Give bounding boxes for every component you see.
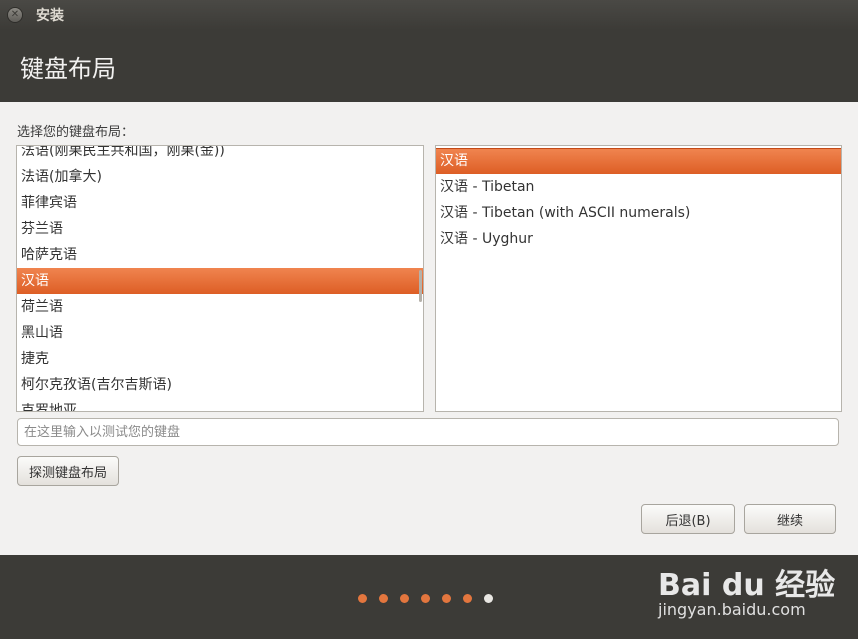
keyboard-variant-list[interactable]: 汉语 汉语 - Tibetan 汉语 - Tibetan (with ASCII n… xyxy=(435,145,842,412)
keyboard-test-input[interactable] xyxy=(17,418,839,446)
page-title: 键盘布局 xyxy=(20,54,116,83)
keyboard-variant-items: 汉语 汉语 - Tibetan 汉语 - Tibetan (with ASCII n… xyxy=(436,148,841,252)
window-titlebar: ✕ 安装 xyxy=(0,0,858,30)
back-button[interactable]: 后退(B) xyxy=(641,504,735,534)
layout-list-item[interactable]: 汉语 xyxy=(17,268,423,294)
watermark-logo: Bai du 经验 xyxy=(658,568,836,603)
main-content: 选择您的键盘布局： 法语(刚果民主共和国，刚果(金)) 法语(加拿大) 菲律宾语 芬兰… xyxy=(0,102,858,555)
variant-list-item[interactable]: 汉语 - Tibetan (with ASCII numerals) xyxy=(436,200,841,226)
detect-layout-button[interactable]: 探测键盘布局 xyxy=(17,456,119,486)
variant-list-item[interactable]: 汉语 - Uyghur xyxy=(436,226,841,252)
close-icon[interactable]: ✕ xyxy=(8,8,22,22)
keyboard-layout-items: 法语(刚果民主共和国，刚果(金)) 法语(加拿大) 菲律宾语 芬兰语 哈萨克语 汉语 荷兰语… xyxy=(17,146,423,411)
progress-dot xyxy=(421,594,430,603)
window-title: 安装 xyxy=(36,8,64,24)
page-header: 键盘布局 xyxy=(0,30,858,102)
continue-button[interactable]: 继续 xyxy=(744,504,836,534)
layout-list-item[interactable]: 法语(加拿大) xyxy=(17,164,423,190)
layout-list-item[interactable]: 法语(刚果民主共和国，刚果(金)) xyxy=(17,146,423,164)
footer: Bai du 经验 jingyan.baidu.com xyxy=(0,555,858,639)
progress-dot xyxy=(400,594,409,603)
layout-prompt: 选择您的键盘布局： xyxy=(17,125,135,140)
layout-list-item[interactable]: 芬兰语 xyxy=(17,216,423,242)
layout-list-item[interactable]: 黑山语 xyxy=(17,320,423,346)
layout-list-item[interactable]: 捷克 xyxy=(17,346,423,372)
progress-dots xyxy=(358,594,493,603)
layout-list-item[interactable]: 柯尔克孜语(吉尔吉斯语) xyxy=(17,372,423,398)
layout-list-item[interactable]: 荷兰语 xyxy=(17,294,423,320)
variant-list-item[interactable]: 汉语 xyxy=(436,148,841,174)
progress-dot xyxy=(379,594,388,603)
watermark: Bai du 经验 jingyan.baidu.com xyxy=(658,558,848,628)
progress-dot xyxy=(442,594,451,603)
progress-dot xyxy=(484,594,493,603)
layout-list-scrollbar[interactable] xyxy=(418,146,422,411)
keyboard-layout-list[interactable]: 法语(刚果民主共和国，刚果(金)) 法语(加拿大) 菲律宾语 芬兰语 哈萨克语 汉语 荷兰语… xyxy=(16,145,424,412)
scrollbar-thumb[interactable] xyxy=(419,270,422,302)
variant-list-item[interactable]: 汉语 - Tibetan xyxy=(436,174,841,200)
layout-list-item[interactable]: 哈萨克语 xyxy=(17,242,423,268)
layout-list-item[interactable]: 克罗地亚 xyxy=(17,398,423,411)
layout-list-item[interactable]: 菲律宾语 xyxy=(17,190,423,216)
watermark-url: jingyan.baidu.com xyxy=(658,600,806,619)
progress-dot xyxy=(358,594,367,603)
progress-dot xyxy=(463,594,472,603)
